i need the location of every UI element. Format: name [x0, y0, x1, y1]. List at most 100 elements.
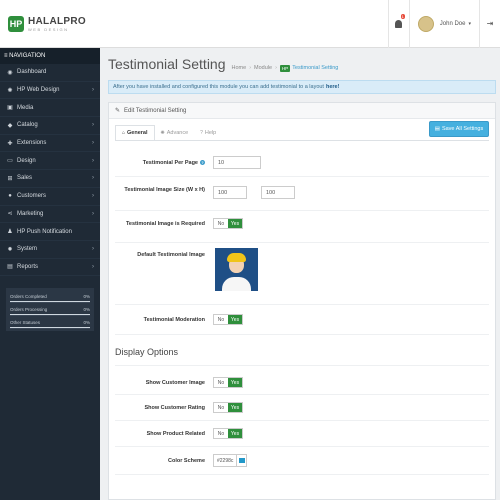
breadcrumb-module[interactable]: Module	[254, 65, 272, 71]
show-product-toggle[interactable]: No Yes	[213, 428, 243, 439]
stat-progress-bar	[10, 327, 90, 329]
show-product-row: Show Product Related No Yes	[115, 421, 489, 447]
image-required-row: Testimonial Image is Required No Yes	[115, 211, 489, 243]
sidebar: ≡ NAVIGATION ◉ Dashboard ✺ HP Web Design › ▣ M…	[0, 48, 100, 500]
tab-general[interactable]: ⌂ General	[115, 125, 155, 141]
tag-icon: ◆	[7, 122, 13, 129]
save-all-settings-button[interactable]: ▤ Save All Settings	[429, 121, 489, 137]
sidebar-item-media[interactable]: ▣ Media	[0, 99, 100, 118]
color-scheme-input[interactable]: #2298c	[213, 454, 248, 467]
logout-icon[interactable]: ⇥	[480, 19, 500, 28]
sidebar-item-reports[interactable]: ▤ Reports ›	[0, 259, 100, 277]
share-icon: ⋖	[7, 211, 13, 218]
image-required-label: Testimonial Image is Required	[125, 221, 205, 227]
breadcrumb-home[interactable]: Home	[232, 65, 247, 71]
image-required-toggle[interactable]: No Yes	[213, 218, 243, 229]
sidebar-item-label: Extensions	[17, 140, 47, 147]
default-image-row: Default Testimonial Image	[115, 243, 489, 305]
dashboard-icon: ◉	[7, 69, 13, 76]
chevron-right-icon: ›	[92, 175, 94, 182]
logo-mark: HP	[8, 15, 24, 32]
stat-label: Orders Completed	[10, 293, 47, 299]
sidebar-item-marketing[interactable]: ⋖ Marketing ›	[0, 206, 100, 224]
image-width-input[interactable]: 100	[213, 186, 247, 199]
sidebar-item-system[interactable]: ✹ System ›	[0, 241, 100, 259]
logo[interactable]: HP HALALPRO WEB DESIGN	[0, 0, 100, 48]
sidebar-item-label: Reports	[17, 263, 39, 270]
show-rating-label: Show Customer Rating	[144, 405, 205, 411]
help-icon[interactable]: ?	[200, 160, 205, 166]
show-rating-toggle[interactable]: No Yes	[213, 402, 243, 413]
chevron-right-icon: ›	[92, 122, 94, 129]
sidebar-item-label: Marketing	[17, 210, 44, 217]
user-menu[interactable]: John Doe ▾	[410, 0, 480, 48]
show-image-row: Show Customer Image No Yes	[115, 365, 489, 395]
toggle-yes[interactable]: Yes	[228, 315, 242, 324]
color-picker-button[interactable]	[236, 455, 246, 466]
bar-chart-icon: ▤	[7, 264, 13, 271]
color-swatch	[238, 458, 245, 463]
sidebar-item-sales[interactable]: ⊞ Sales ›	[0, 170, 100, 188]
tab-help[interactable]: ? Help	[194, 125, 222, 141]
image-icon: ▣	[7, 105, 13, 112]
sidebar-item-catalog[interactable]: ◆ Catalog ›	[0, 117, 100, 135]
toggle-yes[interactable]: Yes	[228, 429, 242, 438]
sidebar-item-customers[interactable]: ● Customers ›	[0, 188, 100, 206]
toggle-yes[interactable]: Yes	[228, 378, 242, 387]
show-image-toggle[interactable]: No Yes	[213, 377, 243, 388]
stat-row: Orders Processing 0%	[10, 303, 90, 317]
notification-bell-icon[interactable]: 1	[387, 0, 410, 48]
sidebar-item-label: Sales	[17, 175, 33, 182]
tab-advance[interactable]: ✺ Advance	[155, 125, 195, 141]
cog-icon: ✹	[7, 246, 13, 253]
per-page-input[interactable]: 10	[213, 156, 261, 169]
navigation-heading: ≡ NAVIGATION	[0, 48, 100, 64]
chevron-down-icon: ▾	[468, 20, 471, 27]
user-icon: ●	[8, 193, 12, 200]
per-page-row: Testimonial Per Page? 10	[115, 149, 489, 177]
logo-subtitle: WEB DESIGN	[28, 26, 69, 32]
puzzle-icon: ✚	[7, 140, 13, 147]
stat-progress-bar	[10, 314, 90, 316]
hp-tag: HP	[279, 64, 291, 72]
display-options-title: Display Options	[115, 347, 179, 357]
info-text: After you have installed and configured …	[113, 84, 324, 90]
pencil-icon: ✎	[115, 108, 121, 114]
tabs: ⌂ General ✺ Advance ? Help	[115, 125, 222, 141]
stat-value: 0%	[83, 293, 90, 299]
home-icon: ⌂	[122, 130, 126, 136]
moderation-toggle[interactable]: No Yes	[213, 314, 243, 325]
toggle-no[interactable]: No	[214, 378, 228, 387]
info-alert: After you have installed and configured …	[108, 80, 496, 94]
sidebar-item-label: HP Push Notification	[17, 228, 72, 235]
sidebar-item-design[interactable]: ▭ Design ›	[0, 152, 100, 171]
toggle-yes[interactable]: Yes	[228, 403, 242, 412]
stat-value: 0%	[83, 306, 90, 312]
moderation-row: Testimonial Moderation No Yes	[115, 305, 489, 335]
image-size-label: Testimonial Image Size (W x H)	[124, 187, 205, 193]
sidebar-item-hp-web-design[interactable]: ✺ HP Web Design ›	[0, 82, 100, 100]
chevron-right-icon: ›	[92, 210, 94, 217]
stat-progress-bar	[10, 301, 90, 303]
top-header: HP HALALPRO WEB DESIGN 1 John Doe ▾ ⇥	[0, 0, 500, 48]
sidebar-item-hp-push-notification[interactable]: ♟ HP Push Notification	[0, 223, 100, 241]
toggle-no[interactable]: No	[214, 429, 228, 438]
toggle-no[interactable]: No	[214, 219, 228, 228]
chevron-right-icon: ›	[92, 263, 94, 270]
chevron-right-icon: ›	[92, 246, 94, 253]
toggle-yes[interactable]: Yes	[228, 219, 242, 228]
sidebar-item-extensions[interactable]: ✚ Extensions ›	[0, 135, 100, 153]
moderation-label: Testimonial Moderation	[143, 317, 205, 323]
sidebar-item-dashboard[interactable]: ◉ Dashboard	[0, 64, 100, 82]
breadcrumb-current[interactable]: Testimonial Setting	[292, 65, 338, 71]
toggle-no[interactable]: No	[214, 315, 228, 324]
save-icon: ▤	[434, 126, 440, 132]
cart-icon: ⊞	[7, 175, 13, 182]
default-testimonial-image[interactable]	[215, 248, 258, 291]
info-link[interactable]: here!	[326, 84, 339, 90]
show-product-label: Show Product Related	[146, 431, 205, 437]
color-scheme-label: Color Scheme	[168, 458, 205, 464]
toggle-no[interactable]: No	[214, 403, 228, 412]
image-height-input[interactable]: 100	[261, 186, 295, 199]
cogs-icon: ✺	[7, 87, 13, 94]
